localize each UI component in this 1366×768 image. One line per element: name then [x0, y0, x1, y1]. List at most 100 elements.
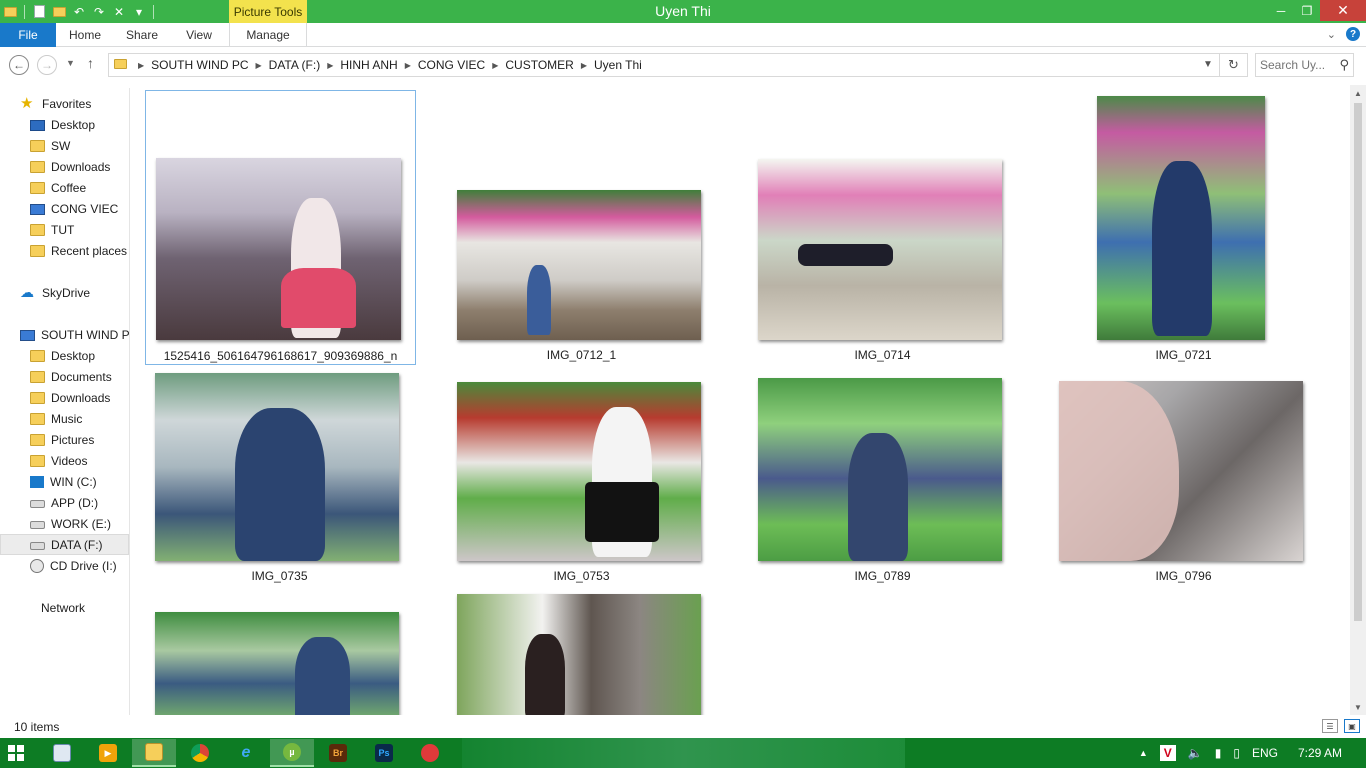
nav-fav-recent-places[interactable]: Recent places: [0, 240, 129, 261]
nav-pc-pictures[interactable]: Pictures: [0, 429, 129, 450]
nav-pc-data-f[interactable]: DATA (F:): [0, 534, 129, 555]
search-icon[interactable]: ⚲: [1339, 57, 1349, 73]
file-tile[interactable]: 1525416_506164796168617_909369886_n: [145, 90, 416, 365]
nav-pc-desktop[interactable]: Desktop: [0, 345, 129, 366]
volume-icon[interactable]: 🔈: [1188, 746, 1203, 760]
file-tile[interactable]: IMG_0714: [748, 90, 1019, 365]
expand-ribbon-icon[interactable]: ⌄: [1327, 28, 1336, 41]
nav-skydrive[interactable]: ☁ SkyDrive: [0, 282, 129, 303]
large-icons-view-icon[interactable]: ▣: [1344, 719, 1360, 733]
address-bar[interactable]: ▶ SOUTH WIND PC ▶ DATA (F:) ▶ HINH ANH ▶…: [108, 53, 1248, 77]
tab-manage[interactable]: Manage: [229, 23, 307, 47]
system-tray: ▲ V 🔈 ▮ ▯ ENG 7:29 AM: [1133, 738, 1366, 768]
breadcrumb-item[interactable]: DATA (F:): [263, 58, 327, 72]
file-tile[interactable]: IMG_0735: [145, 368, 416, 588]
nav-pc-win-c[interactable]: WIN (C:): [0, 471, 129, 492]
breadcrumb-separator[interactable]: ▶: [404, 61, 412, 70]
nav-fav-sw[interactable]: SW: [0, 135, 129, 156]
network-signal-icon[interactable]: ▮: [1215, 746, 1222, 760]
breadcrumb-item[interactable]: Uyen Thi: [588, 58, 648, 72]
nav-pc-work-e[interactable]: WORK (E:): [0, 513, 129, 534]
nav-fav-downloads[interactable]: Downloads: [0, 156, 129, 177]
refresh-button[interactable]: ↻: [1219, 54, 1247, 76]
maximize-button[interactable]: ❐: [1294, 0, 1320, 21]
up-button[interactable]: ↑: [87, 55, 94, 71]
help-icon[interactable]: ?: [1346, 27, 1360, 41]
vertical-scrollbar[interactable]: ▲ ▼: [1350, 85, 1366, 715]
tab-home[interactable]: Home: [56, 23, 114, 47]
nav-this-pc[interactable]: SOUTH WIND PC: [0, 324, 129, 345]
undo-icon[interactable]: ↶: [71, 4, 87, 20]
breadcrumb-separator[interactable]: ▶: [580, 61, 588, 70]
file-tile[interactable]: [447, 590, 718, 715]
taskbar-app-paint[interactable]: [408, 739, 452, 767]
back-button[interactable]: ←: [9, 55, 29, 75]
customize-qat-icon[interactable]: ▾: [131, 4, 147, 20]
nav-pc-app-d[interactable]: APP (D:): [0, 492, 129, 513]
breadcrumb-separator[interactable]: ▶: [491, 61, 499, 70]
file-tile[interactable]: IMG_0712_1: [447, 90, 718, 365]
taskbar-app-file-explorer[interactable]: [132, 739, 176, 767]
delete-icon[interactable]: ✕: [111, 4, 127, 20]
taskbar-app-internet-explorer[interactable]: e: [224, 739, 268, 767]
start-button[interactable]: [8, 745, 24, 761]
tab-view[interactable]: View: [170, 23, 228, 47]
photo-subject: [1152, 161, 1212, 336]
nav-network[interactable]: Network: [0, 597, 129, 618]
scroll-up-arrow[interactable]: ▲: [1350, 85, 1366, 101]
new-folder-icon[interactable]: [51, 4, 67, 20]
taskbar-app-media[interactable]: ▶: [86, 739, 130, 767]
nav-favorites[interactable]: ★ Favorites: [0, 93, 129, 114]
nav-fav-desktop[interactable]: Desktop: [0, 114, 129, 135]
file-tile[interactable]: IMG_0753: [447, 368, 718, 588]
forward-button[interactable]: →: [37, 55, 57, 75]
scroll-thumb[interactable]: [1354, 103, 1362, 621]
details-view-icon[interactable]: ☰: [1322, 719, 1338, 733]
nav-pc-documents[interactable]: Documents: [0, 366, 129, 387]
breadcrumb-item[interactable]: CONG VIEC: [412, 58, 491, 72]
minimize-button[interactable]: ─: [1268, 0, 1294, 21]
search-box[interactable]: ⚲: [1255, 53, 1354, 77]
tab-share[interactable]: Share: [114, 23, 170, 47]
breadcrumb-separator[interactable]: ▶: [137, 61, 145, 70]
nav-pc-cd-drive[interactable]: CD Drive (I:): [0, 555, 129, 576]
taskbar-app-photoshop[interactable]: Ps: [362, 739, 406, 767]
breadcrumb-separator[interactable]: ▶: [255, 61, 263, 70]
redo-icon[interactable]: ↷: [91, 4, 107, 20]
nav-pc-videos[interactable]: Videos: [0, 450, 129, 471]
nav-fav-cong-viec[interactable]: CONG VIEC: [0, 198, 129, 219]
clock[interactable]: 7:29 AM: [1298, 746, 1342, 760]
file-tile[interactable]: IMG_0721: [1049, 90, 1320, 365]
taskbar-app-chrome[interactable]: [178, 739, 222, 767]
file-tile[interactable]: IMG_0796: [1049, 368, 1320, 588]
breadcrumb-separator[interactable]: ▶: [326, 61, 334, 70]
show-hidden-icons-button[interactable]: ▲: [1139, 748, 1148, 758]
taskbar-app-utorrent[interactable]: µ: [270, 739, 314, 767]
bridge-icon: Br: [329, 744, 347, 762]
tab-file[interactable]: File: [0, 23, 56, 47]
breadcrumb-item[interactable]: SOUTH WIND PC: [145, 58, 254, 72]
nav-fav-coffee[interactable]: Coffee: [0, 177, 129, 198]
taskbar-app-bridge[interactable]: Br: [316, 739, 360, 767]
library-icon: [30, 203, 45, 215]
battery-icon[interactable]: ▯: [1233, 746, 1240, 760]
file-tile[interactable]: [145, 590, 416, 715]
scroll-down-arrow[interactable]: ▼: [1350, 699, 1366, 715]
close-button[interactable]: ✕: [1320, 0, 1366, 21]
nav-pc-music[interactable]: Music: [0, 408, 129, 429]
nav-pc-downloads[interactable]: Downloads: [0, 387, 129, 408]
window-title: Uyen Thi: [655, 3, 711, 19]
nav-fav-tut[interactable]: TUT: [0, 219, 129, 240]
taskbar-app-explorer-doc[interactable]: [40, 739, 84, 767]
recent-places-icon: [30, 245, 45, 257]
image-thumbnail: [758, 378, 1002, 561]
recent-locations-dropdown[interactable]: ▼: [66, 58, 75, 68]
breadcrumb-item[interactable]: CUSTOMER: [499, 58, 579, 72]
language-indicator[interactable]: ENG: [1252, 746, 1278, 760]
properties-icon[interactable]: [31, 4, 47, 20]
search-input[interactable]: [1260, 57, 1336, 73]
file-tile[interactable]: IMG_0789: [748, 368, 1019, 588]
breadcrumb-item[interactable]: HINH ANH: [334, 58, 403, 72]
antivirus-icon[interactable]: V: [1159, 745, 1176, 761]
address-history-dropdown[interactable]: ▼: [1203, 59, 1213, 70]
